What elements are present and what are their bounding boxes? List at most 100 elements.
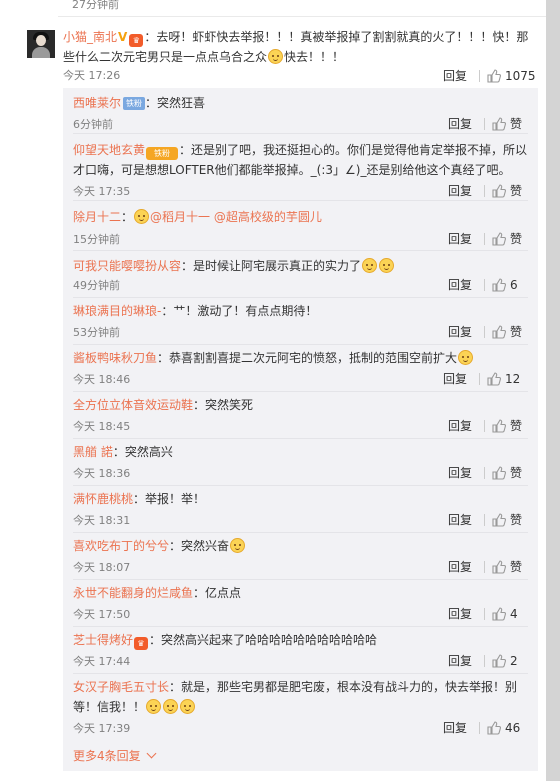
mention-links[interactable]: @稻月十一 @超高校级的芋圆儿: [150, 210, 322, 224]
main-actions: 回复 1075: [443, 67, 536, 84]
thumbs-up-icon: [487, 720, 501, 735]
reply-username[interactable]: 全方位立体音效运动鞋: [73, 398, 193, 412]
reply-actions: 回复 12: [443, 370, 520, 387]
reply-button[interactable]: 回复: [448, 464, 484, 481]
reply-actions: 回复 赞: [448, 558, 522, 575]
like-count: 赞: [510, 419, 523, 433]
reply-actions: 回复 赞: [448, 115, 522, 132]
reply-time: 今天 18:31: [73, 514, 131, 527]
reply-actions: 回复 赞: [448, 182, 522, 199]
reply-button[interactable]: 回复: [448, 230, 484, 247]
like-button[interactable]: 赞: [492, 464, 522, 481]
scrollbar-track[interactable]: [546, 0, 560, 781]
reply-time: 今天 18:07: [73, 561, 131, 574]
like-button[interactable]: 赞: [492, 417, 522, 434]
like-button[interactable]: 6: [492, 278, 518, 292]
more-replies-label: 更多4条回复: [73, 749, 141, 763]
like-count: 12: [505, 371, 521, 386]
reply-button[interactable]: 回复: [448, 417, 484, 434]
separator: [484, 654, 485, 667]
reply-button[interactable]: 回复: [448, 605, 484, 622]
reply-actions: 回复 4: [448, 605, 518, 622]
main-username[interactable]: 小猫_南北: [63, 30, 117, 44]
reply-button[interactable]: 回复: [443, 67, 479, 84]
avatar[interactable]: [27, 30, 55, 58]
divider: [73, 673, 528, 674]
reply-username[interactable]: 满怀鹿桃桃: [73, 492, 133, 506]
reply-button[interactable]: 回复: [448, 511, 484, 528]
reply-username[interactable]: 喜欢吃布丁的兮兮: [73, 539, 169, 553]
like-button[interactable]: 2: [492, 654, 518, 668]
main-comment-text-end: 快去！！！: [284, 50, 345, 64]
like-button[interactable]: 12: [487, 372, 520, 386]
separator: [479, 69, 480, 82]
thumbs-up-icon: [492, 183, 506, 198]
reply-actions: 回复 46: [443, 719, 520, 736]
divider: [73, 200, 528, 201]
reply-text: ：亿点点: [193, 586, 242, 600]
like-count: 46: [505, 720, 521, 735]
reply-actions: 回复 赞: [448, 323, 522, 340]
reply-time: 今天 17:39: [73, 722, 131, 735]
separator: [484, 117, 485, 130]
doge-emoji-icon: [268, 49, 284, 64]
divider: [73, 344, 528, 345]
reply-username[interactable]: 除月十二: [73, 210, 121, 224]
like-button[interactable]: 赞: [492, 230, 522, 247]
divider: [73, 579, 528, 580]
reply-username[interactable]: 酱板鸭味秋刀鱼: [73, 351, 157, 365]
like-count: 赞: [510, 325, 523, 339]
main-comment: 小猫_南北V ♛ ：去呀！虾虾快去举报！！！真被举报掉了割割就真的火了！！！快！那些…: [63, 27, 533, 67]
divider: [73, 532, 528, 533]
like-button[interactable]: 赞: [492, 323, 522, 340]
like-button[interactable]: 46: [487, 721, 520, 735]
fan-badge: 铁粉: [123, 97, 146, 110]
reply-button[interactable]: 回复: [448, 652, 484, 669]
reply-button[interactable]: 回复: [448, 182, 484, 199]
like-button[interactable]: 赞: [492, 558, 522, 575]
doge-emoji-icon: [180, 699, 196, 714]
reply-button[interactable]: 回复: [448, 115, 484, 132]
reply-button[interactable]: 回复: [448, 323, 484, 340]
reply-username[interactable]: 西唯莱尔: [73, 96, 121, 110]
reply-actions: 回复 赞: [448, 230, 522, 247]
reply-username[interactable]: 永世不能翻身的烂咸鱼: [73, 586, 193, 600]
like-count: 赞: [510, 117, 523, 131]
thumbs-up-icon: [492, 653, 506, 668]
reply-time: 今天 17:35: [73, 185, 131, 198]
like-button[interactable]: 赞: [492, 115, 522, 132]
reply-button[interactable]: 回复: [448, 276, 484, 293]
reply-text: ：举报！举！: [133, 492, 206, 506]
reply-username[interactable]: 女汉子胸毛五寸长: [73, 680, 169, 694]
reply-actions: 回复 赞: [448, 464, 522, 481]
reply-username[interactable]: 可我只能嘤嘤扮从容: [73, 259, 181, 273]
reply-username[interactable]: 仰望天地玄黄: [73, 143, 145, 157]
separator: [484, 560, 485, 573]
more-replies-link[interactable]: 更多4条回复: [73, 747, 157, 764]
reply-button[interactable]: 回复: [443, 370, 479, 387]
thumbs-up-icon: [492, 512, 506, 527]
reply-text: ：突然狂喜: [145, 96, 206, 110]
reply-button[interactable]: 回复: [448, 558, 484, 575]
reply-username[interactable]: 芝士得烤好: [73, 633, 133, 647]
reply-time: 今天 17:44: [73, 655, 131, 668]
thumbs-up-icon: [492, 465, 506, 480]
like-count: 赞: [510, 513, 523, 527]
divider: [73, 297, 528, 298]
separator: [484, 419, 485, 432]
fan-level-icon: ♛: [134, 637, 149, 650]
reply-username[interactable]: 黑艏 諾: [73, 445, 113, 459]
like-button[interactable]: 1075: [487, 69, 536, 83]
reply-button[interactable]: 回复: [443, 719, 479, 736]
divider: [73, 485, 528, 486]
thumbs-up-icon: [492, 231, 506, 246]
like-button[interactable]: 赞: [492, 511, 522, 528]
like-button[interactable]: 4: [492, 607, 518, 621]
reply-text: ：突然高兴起来了哈哈哈哈哈哈哈哈哈哈哈: [149, 633, 378, 647]
reply-text: ：艹！激动了！有点点期待！: [161, 304, 318, 318]
like-button[interactable]: 赞: [492, 182, 522, 199]
divider: [73, 391, 528, 392]
reply-username[interactable]: 琳琅满目的琳琅-: [73, 304, 161, 318]
like-count: 赞: [510, 184, 523, 198]
thumbs-up-icon: [492, 277, 506, 292]
